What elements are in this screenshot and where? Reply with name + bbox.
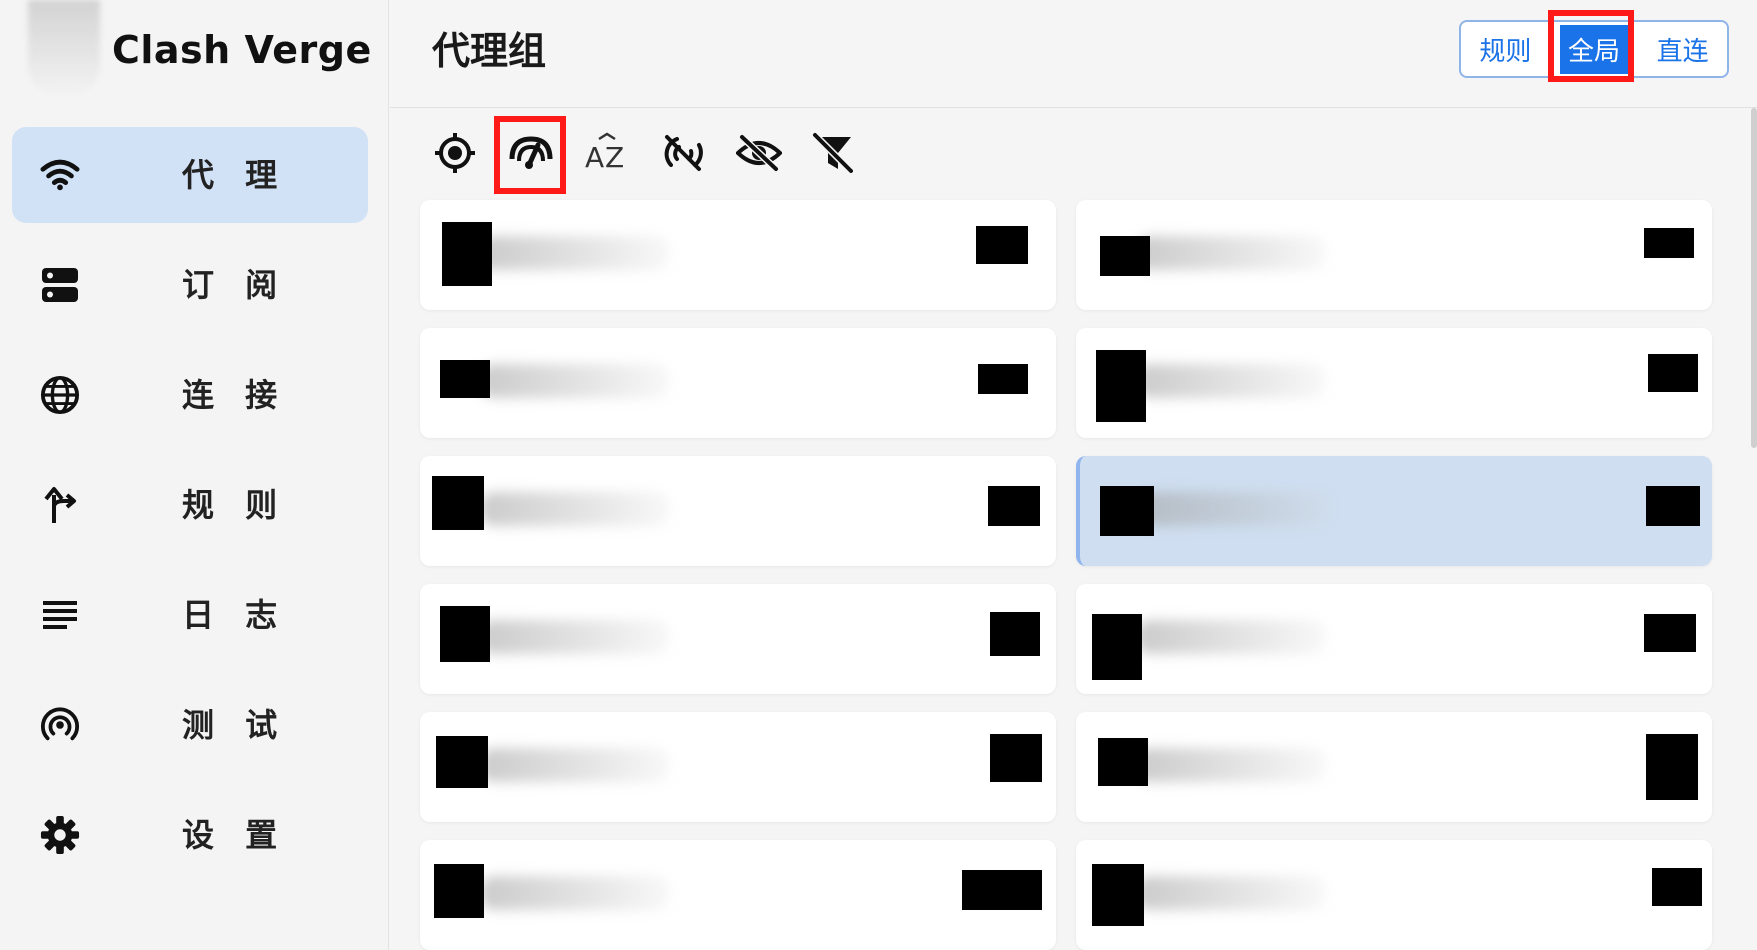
server-icon [40,265,80,305]
svg-text:Z: Z [605,141,624,174]
sidebar-item-label: 连 接 [182,376,288,414]
sidebar-item-logs[interactable]: 日 志 [12,567,368,663]
proxy-name [480,876,670,910]
proxy-name [480,236,670,270]
proxy-card[interactable] [1076,584,1712,694]
proxy-card[interactable] [420,456,1056,566]
redaction [1648,354,1698,392]
proxy-card[interactable] [420,200,1056,310]
scrollbar[interactable] [1751,108,1757,448]
proxy-toolbar: A Z [430,112,854,194]
header: 代理组 规则 全局 直连 [390,0,1757,108]
wifi-icon [40,155,80,195]
proxy-card[interactable] [420,328,1056,438]
sidebar-item-test[interactable]: 测 试 [12,677,368,773]
broadcast-icon [40,705,80,745]
proxy-card[interactable] [1076,712,1712,822]
sidebar-item-rules[interactable]: 规 则 [12,457,368,553]
app-title: Clash Verge [112,28,372,72]
sidebar-item-label: 设 置 [182,816,288,854]
proxy-name [1136,876,1326,910]
proxy-card[interactable] [420,584,1056,694]
redaction [990,612,1040,656]
gear-icon [40,815,80,855]
mode-direct-button[interactable]: 直连 [1638,22,1727,76]
proxy-card[interactable] [420,840,1056,950]
sidebar-item-label: 代 理 [182,156,288,194]
sidebar-item-label: 测 试 [182,706,288,744]
redaction [1646,486,1700,526]
sidebar-item-settings[interactable]: 设 置 [12,787,368,883]
sidebar-item-connections[interactable]: 连 接 [12,347,368,443]
lines-icon [40,595,80,635]
redaction [1652,868,1702,906]
proxy-name [480,748,670,782]
redaction [978,364,1028,394]
proxy-name [480,364,670,398]
proxy-card[interactable] [1076,328,1712,438]
sidebar-item-label: 日 志 [182,596,288,634]
redaction [976,226,1028,264]
redaction [962,870,1042,910]
redaction [1098,738,1148,786]
proxy-card-selected[interactable] [1076,456,1712,566]
redaction [1646,734,1698,800]
sidebar: Clash Verge 代 理 订 阅 连 接 规 则 日 志 测 试 设 置 [0,0,389,950]
sort-az-icon[interactable]: A Z [582,128,632,178]
redaction [440,606,490,662]
speed-test-icon[interactable] [494,116,566,194]
proxy-card[interactable] [1076,200,1712,310]
proxy-name [1140,492,1330,526]
redaction [1644,614,1696,652]
proxy-card[interactable] [420,712,1056,822]
eye-off-icon[interactable] [734,128,784,178]
mode-rule-button[interactable]: 规则 [1461,22,1550,76]
page-title: 代理组 [432,29,547,73]
redaction [1096,350,1146,422]
redaction [1092,864,1144,926]
sidebar-item-proxy[interactable]: 代 理 [12,127,368,223]
proxy-name [1136,748,1326,782]
mode-toggle-group: 规则 全局 直连 [1459,10,1729,82]
signal-off-icon[interactable] [658,128,708,178]
route-arrow-icon [40,485,80,525]
sidebar-item-label: 订 阅 [182,266,288,304]
locate-icon[interactable] [430,128,480,178]
redaction [1100,486,1154,536]
redaction [432,476,484,530]
redaction [990,734,1042,782]
redaction [440,360,490,398]
sidebar-item-label: 规 则 [182,486,288,524]
app-logo [28,0,100,95]
proxy-name [1136,620,1326,654]
proxy-card[interactable] [1076,840,1712,950]
redaction [436,736,488,788]
proxy-name [1136,364,1326,398]
logo-area: Clash Verge [0,0,389,110]
redaction [434,864,484,918]
redaction [1644,228,1694,258]
sidebar-item-subscription[interactable]: 订 阅 [12,237,368,333]
proxy-name [480,620,670,654]
proxy-name [1136,236,1326,270]
redaction [442,222,492,286]
globe-icon [40,375,80,415]
redaction [1092,614,1142,680]
mode-global-button[interactable]: 全局 [1547,10,1639,82]
redaction [988,486,1040,526]
svg-text:A: A [585,141,604,174]
highlight-box [1547,10,1634,82]
filter-off-icon[interactable] [808,128,858,178]
redaction [1100,236,1150,276]
highlight-box [494,116,566,194]
proxy-name [480,492,670,526]
